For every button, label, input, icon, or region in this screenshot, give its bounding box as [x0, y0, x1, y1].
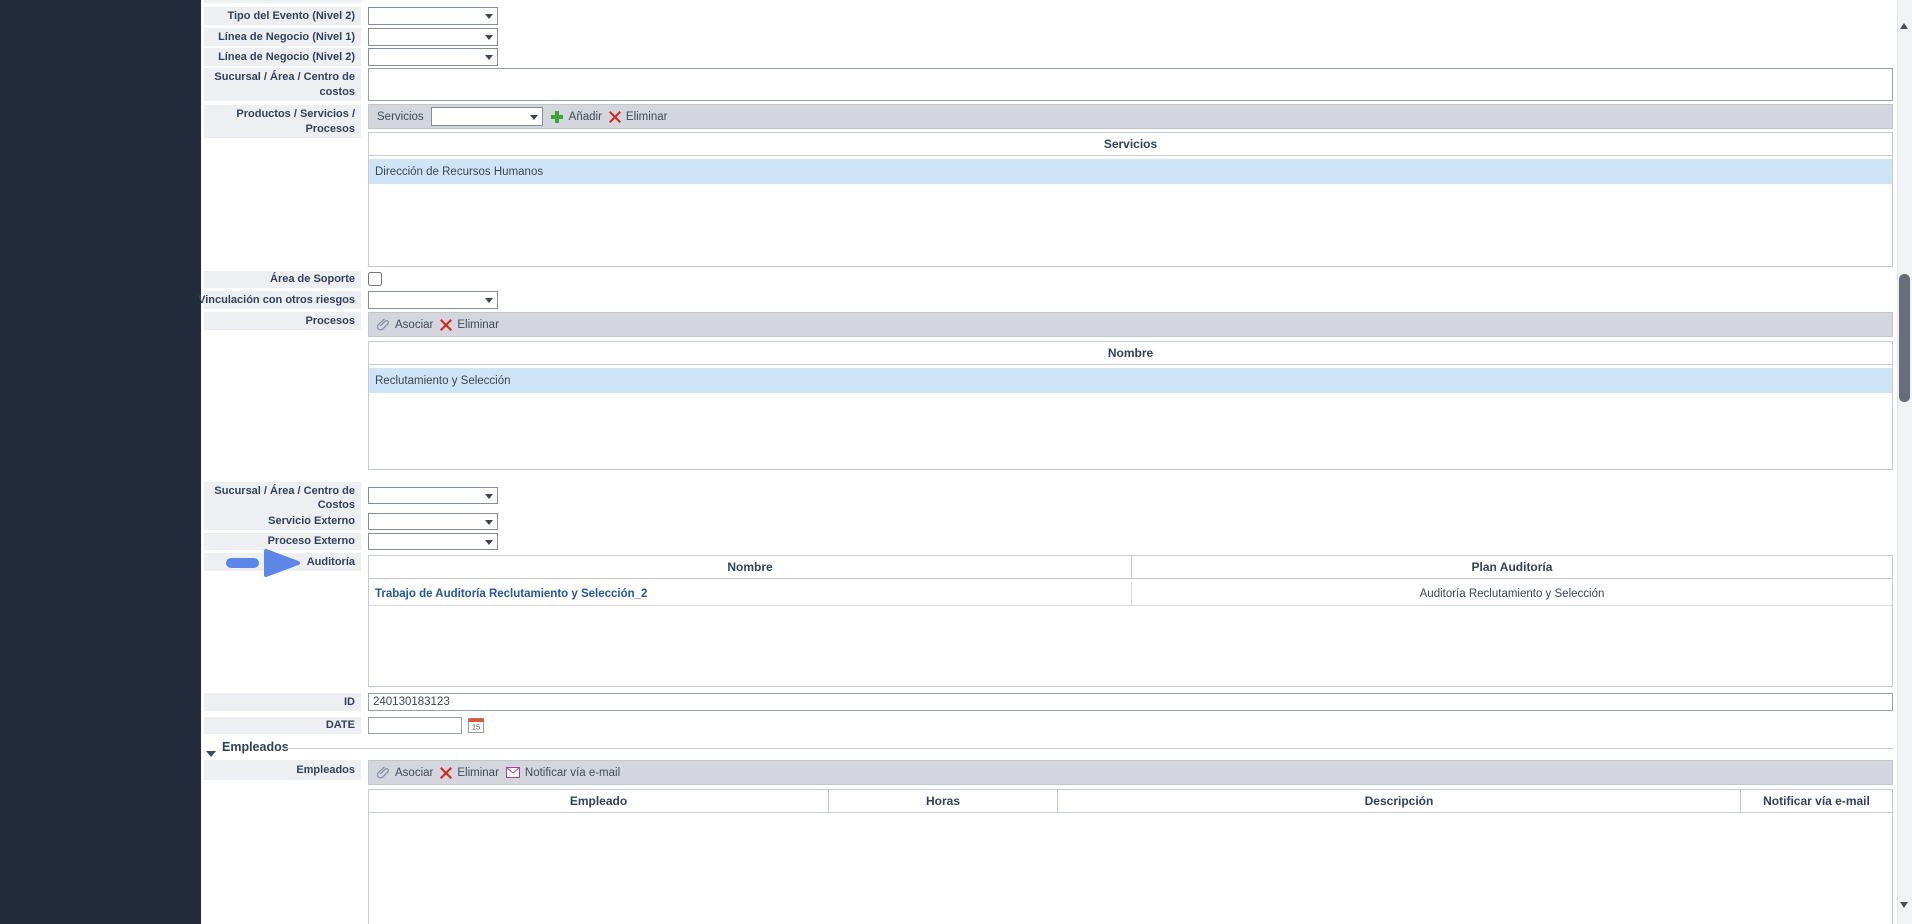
- auditoria-trabajo-link[interactable]: Trabajo de Auditoría Reclutamiento y Sel…: [375, 588, 647, 600]
- paperclip-icon: [377, 766, 390, 780]
- procesos-toolbar: Asociar Eliminar: [368, 312, 1893, 337]
- procesos-table-header: Nombre: [368, 341, 1893, 365]
- field-label-productos: Productos / Servicios / Procesos: [204, 105, 361, 138]
- x-icon: [440, 767, 452, 779]
- x-icon: [609, 111, 621, 123]
- sucursal-select[interactable]: [368, 487, 498, 504]
- empleados-header-descripcion: Descripción: [1058, 789, 1741, 813]
- tipo-evento-n2-select[interactable]: [368, 7, 498, 25]
- linea-negocio-n2-select[interactable]: [368, 48, 498, 66]
- proceso-externo-select[interactable]: [368, 533, 498, 550]
- field-label-linea-negocio-n1: Línea de Negocio (Nivel 1): [204, 28, 361, 46]
- scroll-up-icon[interactable]: [1900, 6, 1909, 15]
- annotation-arrow-icon: [263, 548, 301, 578]
- auditoria-nombre-cell: Trabajo de Auditoría Reclutamiento y Sel…: [369, 582, 1132, 605]
- envelope-icon: [506, 767, 520, 778]
- area-soporte-checkbox[interactable]: [368, 272, 382, 286]
- field-label-procesos: Procesos: [204, 312, 361, 330]
- tipo-evento-n2-select-control[interactable]: [369, 10, 497, 26]
- date-input[interactable]: [368, 717, 462, 734]
- field-label-tipo-evento-n2: Tipo del Evento (Nivel 2): [204, 7, 361, 25]
- productos-toolbar: Servicios Añadir Eliminar: [368, 104, 1893, 129]
- sucursal-select-control[interactable]: [369, 491, 497, 506]
- list-item-proceso-selected[interactable]: Reclutamiento y Selección: [369, 368, 1892, 393]
- anadir-button[interactable]: Añadir: [550, 110, 602, 124]
- servicio-externo-select[interactable]: [368, 513, 498, 530]
- annotation-dash: [226, 558, 259, 568]
- servicios-list: Dirección de Recursos Humanos: [368, 156, 1893, 267]
- linea-negocio-n2-select-control[interactable]: [369, 51, 497, 67]
- calendar-icon[interactable]: 15: [468, 716, 484, 733]
- section-title-empleados: Empleados: [222, 740, 289, 754]
- x-icon: [440, 319, 452, 331]
- scrollbar-thumb[interactable]: [1899, 274, 1910, 402]
- section-divider: [284, 748, 1893, 749]
- eliminar-proceso-button[interactable]: Eliminar: [440, 319, 499, 331]
- paperclip-icon: [377, 318, 390, 332]
- field-label-id: ID: [204, 693, 361, 711]
- list-item-servicio-selected[interactable]: Dirección de Recursos Humanos: [369, 159, 1892, 184]
- field-label-date: DATE: [204, 717, 361, 734]
- vinculacion-select-control[interactable]: [369, 294, 497, 310]
- sucursal-textarea[interactable]: [368, 68, 1893, 101]
- id-input[interactable]: [368, 693, 1893, 711]
- empleados-table-header-row: Empleado Horas Descripción Notificar vía…: [368, 789, 1893, 813]
- empleados-table-body: [368, 813, 1893, 924]
- servicios-picker-select[interactable]: [431, 107, 543, 126]
- field-label-vinculacion: Vinculación con otros riesgos: [204, 291, 361, 309]
- field-label-empleados: Empleados: [204, 760, 361, 780]
- auditoria-header-nombre: Nombre: [368, 555, 1132, 579]
- servicios-table-header: Servicios: [368, 132, 1893, 156]
- servicios-picker-select-control[interactable]: [432, 108, 542, 125]
- empleados-header-notificar: Notificar vía e-mail: [1741, 789, 1893, 813]
- auditoria-header-plan: Plan Auditoría: [1132, 555, 1893, 579]
- servicio-externo-select-control[interactable]: [369, 517, 497, 532]
- vinculacion-select[interactable]: [368, 291, 498, 309]
- scroll-down-icon[interactable]: [1900, 908, 1909, 917]
- field-label-linea-negocio-n2: Línea de Negocio (Nivel 2): [204, 48, 361, 66]
- field-label-sucursal-select: Sucursal / Área / Centro de Costos: [204, 482, 361, 514]
- asociar-empleado-button[interactable]: Asociar: [377, 766, 433, 780]
- table-row-auditoria: Trabajo de Auditoría Reclutamiento y Sel…: [369, 582, 1892, 606]
- form-page: Tipo del Evento (Nivel 2) Línea de Negoc…: [0, 0, 1912, 924]
- linea-negocio-n1-select-control[interactable]: [369, 31, 497, 47]
- eliminar-servicio-button[interactable]: Eliminar: [609, 111, 668, 123]
- eliminar-empleado-button[interactable]: Eliminar: [440, 767, 499, 779]
- field-label-sucursal-texto: Sucursal / Área / Centro de costos: [204, 68, 361, 101]
- empleados-header-empleado: Empleado: [368, 789, 829, 813]
- procesos-list: Reclutamiento y Selección: [368, 365, 1893, 470]
- svg-text:15: 15: [472, 723, 480, 732]
- field-label-servicio-externo: Servicio Externo: [204, 513, 361, 530]
- auditoria-table-header-row: Nombre Plan Auditoría: [368, 555, 1893, 579]
- notificar-email-button[interactable]: Notificar vía e-mail: [506, 767, 620, 779]
- field-label-area-soporte: Área de Soporte: [204, 271, 361, 288]
- empleados-header-horas: Horas: [829, 789, 1058, 813]
- auditoria-table-body: Trabajo de Auditoría Reclutamiento y Sel…: [368, 579, 1893, 687]
- auditoria-plan-cell: Auditoría Reclutamiento y Selección: [1132, 582, 1892, 605]
- scrollbar[interactable]: [1897, 0, 1912, 924]
- linea-negocio-n1-select[interactable]: [368, 28, 498, 46]
- asociar-proceso-button[interactable]: Asociar: [377, 318, 433, 332]
- sidebar: [0, 0, 201, 924]
- plus-icon: [550, 110, 564, 124]
- servicios-picker-label: Servicios: [377, 111, 424, 123]
- empleados-toolbar: Asociar Eliminar Notificar vía e-mail: [368, 760, 1893, 785]
- proceso-externo-select-control[interactable]: [369, 537, 497, 552]
- cutoff-label-band: [204, 0, 361, 3]
